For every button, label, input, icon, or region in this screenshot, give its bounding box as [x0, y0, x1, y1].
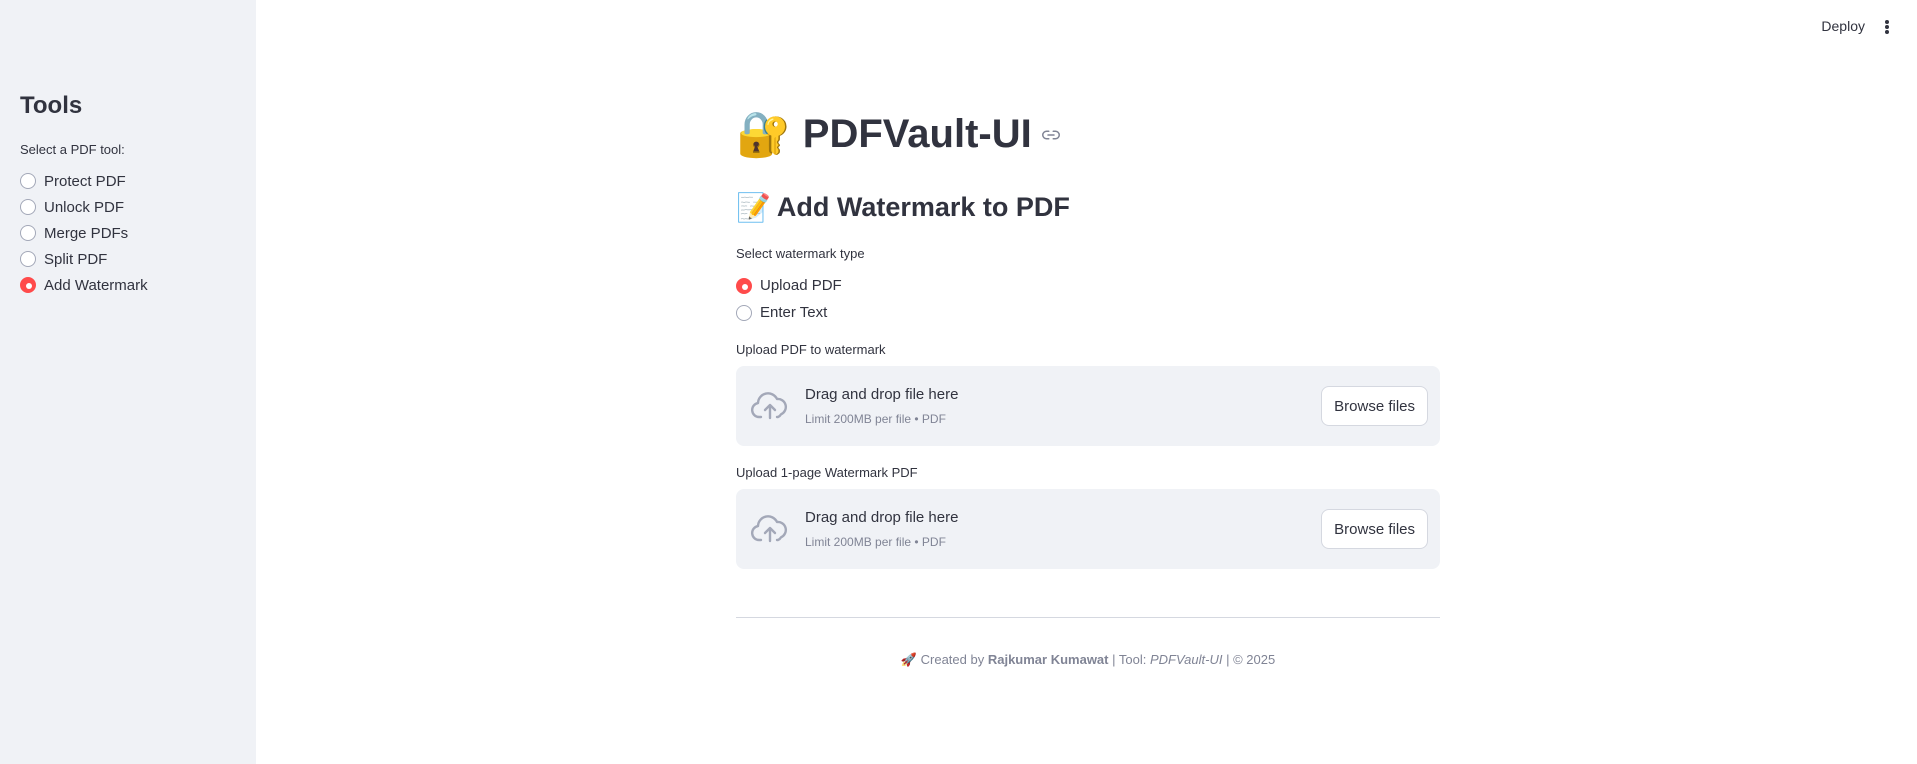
radio-circle-selected[interactable]	[20, 277, 36, 293]
footer-tool-label: | Tool:	[1112, 652, 1147, 667]
sidebar-title: Tools	[20, 92, 83, 119]
radio-label: Split PDF	[44, 250, 108, 268]
radio-label: Merge PDFs	[44, 224, 129, 242]
tool-radio-group: Protect PDF Unlock PDF Merge PDFs Split …	[20, 168, 148, 298]
watermark-type-label: Select watermark type	[736, 246, 865, 261]
watermark-pdf-dropzone[interactable]: Drag and drop file here Limit 200MB per …	[736, 489, 1440, 569]
pdf-dropzone[interactable]: Drag and drop file here Limit 200MB per …	[736, 366, 1440, 446]
radio-split-pdf[interactable]: Split PDF	[20, 246, 148, 272]
lock-key-icon: 🔐	[736, 109, 791, 159]
radio-label: Upload PDF	[760, 277, 842, 294]
footer-created-by: Created by	[920, 652, 985, 667]
browse-files-button[interactable]: Browse files	[1321, 386, 1428, 426]
radio-label: Enter Text	[760, 304, 828, 321]
upload-pdf-label: Upload PDF to watermark	[736, 342, 886, 357]
radio-label: Unlock PDF	[44, 198, 125, 216]
browse-files-button[interactable]: Browse files	[1321, 509, 1428, 549]
memo-icon: 📝	[736, 191, 771, 223]
anchor-link-icon[interactable]	[1041, 126, 1060, 144]
radio-merge-pdfs[interactable]: Merge PDFs	[20, 220, 148, 246]
dropzone-instructions: Drag and drop file here	[805, 386, 959, 403]
section-title-text: Add Watermark to PDF	[776, 192, 1070, 222]
radio-enter-text[interactable]: Enter Text	[736, 299, 842, 326]
watermark-type-radio-group: Upload PDF Enter Text	[736, 272, 842, 326]
dropzone-instructions: Drag and drop file here	[805, 509, 959, 526]
radio-protect-pdf[interactable]: Protect PDF	[20, 168, 148, 194]
radio-circle[interactable]	[20, 199, 36, 215]
radio-circle-selected[interactable]	[736, 277, 752, 294]
radio-unlock-pdf[interactable]: Unlock PDF	[20, 194, 148, 220]
main-menu-icon[interactable]	[1881, 18, 1893, 36]
dropzone-limit: Limit 200MB per file • PDF	[805, 535, 946, 549]
radio-circle[interactable]	[20, 251, 36, 267]
radio-upload-pdf[interactable]: Upload PDF	[736, 272, 842, 299]
divider	[736, 617, 1440, 618]
footer: 🚀 Created by Rajkumar Kumawat | Tool: PD…	[736, 652, 1440, 668]
page-title: 🔐 PDFVault-UI	[736, 112, 1060, 157]
section-title: 📝 Add Watermark to PDF	[736, 192, 1070, 223]
radio-add-watermark[interactable]: Add Watermark	[20, 272, 148, 298]
cloud-upload-icon	[750, 515, 788, 543]
rocket-icon: 🚀	[900, 652, 917, 667]
sidebar: Tools Select a PDF tool: Protect PDF Unl…	[0, 0, 256, 764]
footer-copyright: | © 2025	[1226, 652, 1276, 667]
footer-author: Rajkumar Kumawat	[987, 652, 1109, 667]
radio-circle[interactable]	[20, 173, 36, 189]
cloud-upload-icon	[750, 392, 788, 420]
page-title-text: PDFVault-UI	[802, 112, 1032, 156]
upload-watermark-pdf-label: Upload 1-page Watermark PDF	[736, 465, 918, 480]
radio-circle[interactable]	[736, 304, 752, 321]
radio-circle[interactable]	[20, 225, 36, 241]
footer-tool-name: PDFVault-UI	[1149, 652, 1223, 667]
dropzone-limit: Limit 200MB per file • PDF	[805, 412, 946, 426]
tool-select-label: Select a PDF tool:	[20, 142, 125, 157]
radio-label: Protect PDF	[44, 172, 126, 190]
deploy-button[interactable]: Deploy	[1821, 18, 1865, 34]
radio-label: Add Watermark	[44, 276, 148, 294]
